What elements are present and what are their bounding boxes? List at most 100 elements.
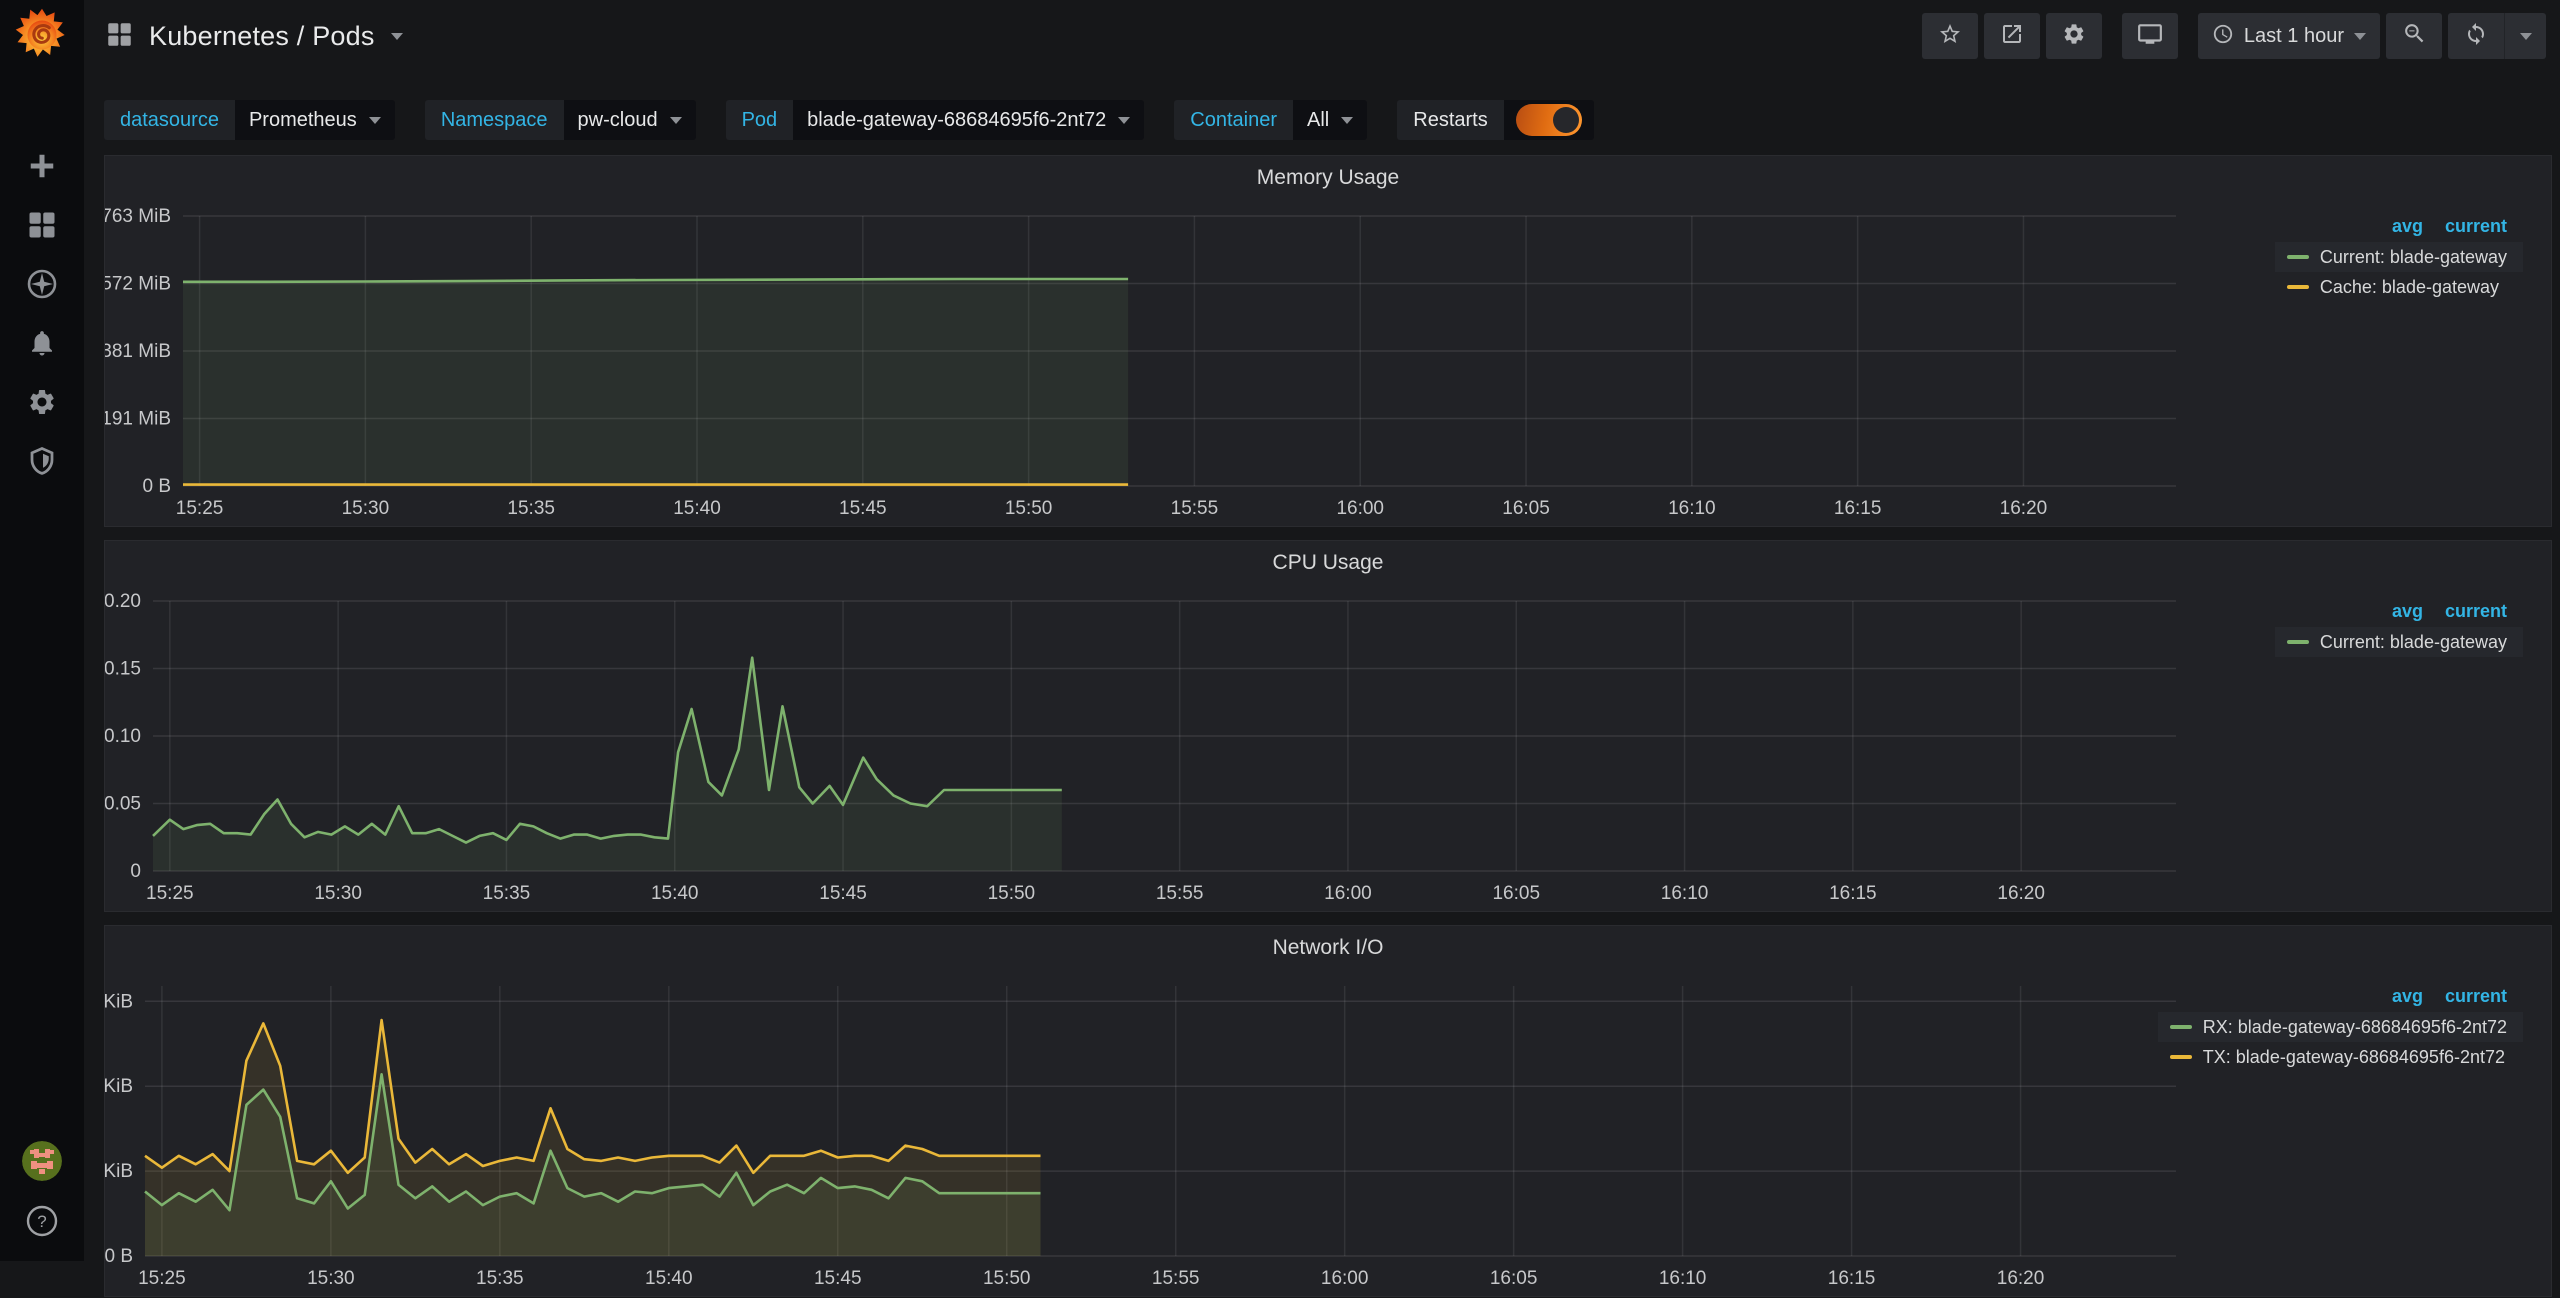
legend: RX: blade-gateway-68684695f6-2nt72 TX: bl… — [2158, 1012, 2523, 1072]
svg-text:15:30: 15:30 — [314, 883, 362, 904]
variable-namespace: Namespace pw-cloud — [425, 100, 696, 140]
datasource-dropdown[interactable]: Prometheus — [235, 100, 395, 140]
network-io-graph[interactable]: 0 B5 KiB10 KiB15 KiB15:2515:3015:3515:40… — [105, 926, 2553, 1298]
svg-text:16:15: 16:15 — [1834, 498, 1882, 519]
svg-text:15:50: 15:50 — [988, 883, 1036, 904]
memory-usage-graph[interactable]: 0 B191 MiB381 MiB572 MiB763 MiB15:2515:3… — [105, 156, 2553, 528]
legend-sort-current[interactable]: current — [2445, 601, 2507, 622]
dashboard-grid-icon — [106, 21, 133, 53]
sidebar-bottom: ? — [0, 1141, 84, 1243]
sidebar-server-admin-button[interactable] — [18, 441, 66, 485]
svg-text:0 B: 0 B — [105, 1246, 133, 1267]
namespace-dropdown[interactable]: pw-cloud — [564, 100, 696, 140]
sidebar-alerting-button[interactable] — [18, 323, 66, 367]
refresh-button[interactable] — [2448, 13, 2504, 59]
share-icon — [2000, 22, 2024, 51]
legend-sort-current[interactable]: current — [2445, 216, 2507, 237]
restarts-toggle[interactable] — [1504, 100, 1594, 140]
svg-text:15:40: 15:40 — [673, 498, 721, 519]
cycle-view-button[interactable] — [2122, 13, 2178, 59]
dashboard-title-menu[interactable]: Kubernetes / Pods — [106, 0, 403, 73]
legend-series-label: RX: blade-gateway-68684695f6-2nt72 — [2203, 1017, 2507, 1038]
chevron-down-icon — [2520, 33, 2532, 40]
svg-text:16:20: 16:20 — [2000, 498, 2048, 519]
sidebar-create-button[interactable] — [18, 146, 66, 190]
svg-text:15:55: 15:55 — [1171, 498, 1219, 519]
top-navbar: Kubernetes / Pods Last 1 hour — [84, 0, 2560, 73]
legend-series-label: TX: blade-gateway-68684695f6-2nt72 — [2203, 1047, 2505, 1068]
variable-value: blade-gateway-68684695f6-2nt72 — [807, 109, 1106, 132]
legend-series-label: Current: blade-gateway — [2320, 247, 2507, 268]
legend-item[interactable]: RX: blade-gateway-68684695f6-2nt72 — [2158, 1012, 2523, 1042]
panel-title[interactable]: Memory Usage — [105, 166, 2551, 190]
legend-sort-avg[interactable]: avg — [2392, 601, 2423, 622]
legend-sort-current[interactable]: current — [2445, 986, 2507, 1007]
dashboards-grid-icon — [27, 210, 57, 245]
question-mark-icon: ? — [24, 1203, 60, 1244]
cpu-usage-graph[interactable]: 00.050.100.150.2015:2515:3015:3515:4015:… — [105, 541, 2553, 913]
toggle-knob — [1553, 107, 1579, 133]
legend-item[interactable]: Current: blade-gateway — [2275, 627, 2523, 657]
panel-cpu-usage: 00.050.100.150.2015:2515:3015:3515:4015:… — [104, 540, 2552, 912]
pod-dropdown[interactable]: blade-gateway-68684695f6-2nt72 — [793, 100, 1144, 140]
share-button[interactable] — [1984, 13, 2040, 59]
bell-icon — [27, 328, 57, 363]
svg-text:16:20: 16:20 — [1997, 1268, 2045, 1289]
legend-series-label: Current: blade-gateway — [2320, 632, 2507, 653]
sidebar-explore-button[interactable] — [18, 264, 66, 308]
zoom-out-magnifier-icon — [2402, 21, 2427, 51]
chevron-down-icon — [391, 33, 403, 40]
svg-text:0.05: 0.05 — [105, 794, 141, 815]
time-range-picker[interactable]: Last 1 hour — [2198, 13, 2380, 59]
svg-text:15:45: 15:45 — [819, 883, 867, 904]
legend: Current: blade-gateway Cache: blade-gatew… — [2275, 242, 2523, 302]
zoom-out-button[interactable] — [2386, 13, 2442, 59]
user-avatar[interactable] — [22, 1141, 62, 1181]
svg-text:15:35: 15:35 — [507, 498, 555, 519]
dashboard-settings-button[interactable] — [2046, 13, 2102, 59]
variable-label: Namespace — [425, 100, 564, 140]
legend-sort-links: avg current — [2392, 216, 2507, 237]
container-dropdown[interactable]: All — [1293, 100, 1367, 140]
svg-text:16:15: 16:15 — [1829, 883, 1877, 904]
svg-text:0.20: 0.20 — [105, 591, 141, 612]
explore-compass-icon — [26, 268, 58, 305]
clock-icon — [2212, 23, 2234, 50]
svg-text:0.10: 0.10 — [105, 726, 141, 747]
svg-text:15:35: 15:35 — [483, 883, 531, 904]
help-button[interactable]: ? — [22, 1203, 62, 1243]
favorite-star-button[interactable] — [1922, 13, 1978, 59]
grafana-logo-icon[interactable] — [13, 6, 71, 64]
legend: Current: blade-gateway — [2275, 627, 2523, 657]
refresh-interval-dropdown[interactable] — [2504, 13, 2546, 59]
panel-title[interactable]: Network I/O — [105, 936, 2551, 960]
svg-text:15:55: 15:55 — [1156, 883, 1204, 904]
panel-network-io: 0 B5 KiB10 KiB15 KiB15:2515:3015:3515:40… — [104, 925, 2552, 1297]
legend-item[interactable]: TX: blade-gateway-68684695f6-2nt72 — [2158, 1042, 2521, 1072]
svg-text:381 MiB: 381 MiB — [105, 341, 171, 362]
monitor-icon — [2137, 21, 2163, 52]
svg-text:763 MiB: 763 MiB — [105, 206, 171, 227]
sidebar-dashboards-button[interactable] — [18, 205, 66, 249]
svg-text:10 KiB: 10 KiB — [105, 1076, 133, 1097]
svg-text:16:00: 16:00 — [1324, 883, 1372, 904]
legend-item[interactable]: Cache: blade-gateway — [2275, 272, 2515, 302]
svg-text:16:15: 16:15 — [1828, 1268, 1876, 1289]
legend-item[interactable]: Current: blade-gateway — [2275, 242, 2523, 272]
legend-sort-avg[interactable]: avg — [2392, 216, 2423, 237]
svg-text:15 KiB: 15 KiB — [105, 991, 133, 1012]
svg-text:0: 0 — [130, 861, 141, 882]
variable-value: All — [1307, 109, 1329, 132]
chevron-down-icon — [1118, 117, 1130, 124]
left-sidebar: ? — [0, 0, 84, 1261]
svg-text:16:20: 16:20 — [1997, 883, 2045, 904]
legend-sort-avg[interactable]: avg — [2392, 986, 2423, 1007]
variable-label: Pod — [726, 100, 794, 140]
svg-text:15:25: 15:25 — [176, 498, 224, 519]
svg-text:15:40: 15:40 — [651, 883, 699, 904]
sidebar-configuration-button[interactable] — [18, 382, 66, 426]
navbar-actions: Last 1 hour — [1922, 13, 2546, 59]
svg-text:15:45: 15:45 — [814, 1268, 862, 1289]
panel-title[interactable]: CPU Usage — [105, 551, 2551, 575]
variable-datasource: datasource Prometheus — [104, 100, 395, 140]
